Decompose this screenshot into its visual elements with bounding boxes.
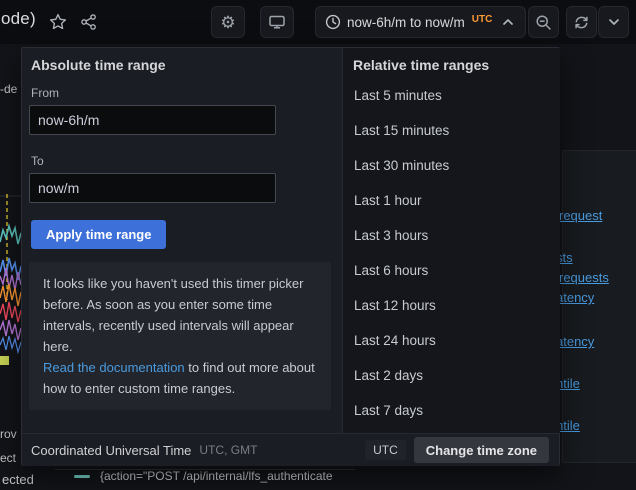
relative-option-last-5-minutes[interactable]: Last 5 minutes <box>343 78 560 113</box>
relative-option-last-24-hours[interactable]: Last 24 hours <box>343 323 560 358</box>
from-input[interactable] <box>29 105 276 135</box>
background-row-label-partial: ected <box>2 472 34 487</box>
change-time-zone-button[interactable]: Change time zone <box>414 437 549 463</box>
tv-mode-button[interactable] <box>260 6 294 38</box>
background-row-label-partial: rov <box>0 427 17 441</box>
legend-series-label-partial: {action="POST /api/internal/lfs_authenti… <box>100 469 333 483</box>
refresh-interval-dropdown-button[interactable] <box>598 6 629 38</box>
refresh-button[interactable] <box>566 6 597 38</box>
relative-option-last-30-minutes[interactable]: Last 30 minutes <box>343 148 560 183</box>
relative-option-last-3-hours[interactable]: Last 3 hours <box>343 218 560 253</box>
background-link[interactable]: request <box>559 208 602 223</box>
time-picker-panel: Absolute time range From To Apply time r… <box>21 47 560 466</box>
background-link[interactable]: atency <box>556 290 594 305</box>
dashboard-settings-button[interactable]: ⚙ <box>211 6 245 38</box>
read-documentation-link[interactable]: Read the documentation <box>43 360 185 375</box>
relative-option-last-15-minutes[interactable]: Last 15 minutes <box>343 113 560 148</box>
background-link[interactable]: atency <box>556 334 594 349</box>
to-input[interactable] <box>29 173 276 203</box>
clock-icon <box>325 14 341 30</box>
time-range-label: now-6h/m to now/m <box>347 15 465 30</box>
timezone-badge: UTC <box>365 440 406 460</box>
gear-icon: ⚙ <box>220 14 235 31</box>
time-picker-info-box: It looks like you haven't used this time… <box>29 262 331 410</box>
legend-series-dash-icon <box>74 475 90 478</box>
apply-time-range-button[interactable]: Apply time range <box>31 220 166 249</box>
background-row-label-partial: ect <box>0 451 16 465</box>
timezone-name: Coordinated Universal Time <box>31 443 191 458</box>
time-range-picker-button[interactable]: now-6h/m to now/m UTC <box>315 6 526 38</box>
relative-option-last-6-hours[interactable]: Last 6 hours <box>343 253 560 288</box>
to-label: To <box>31 154 44 168</box>
share-icon[interactable] <box>80 13 98 31</box>
tv-icon <box>268 13 286 31</box>
relative-time-ranges-heading: Relative time ranges <box>353 57 489 73</box>
relative-time-range-list: Last 5 minutes Last 15 minutes Last 30 m… <box>343 78 560 428</box>
background-panel <box>562 150 636 463</box>
time-zone-footer: Coordinated Universal Time UTC, GMT UTC … <box>22 433 559 466</box>
time-zone-label: UTC <box>472 14 493 25</box>
refresh-icon <box>573 14 590 31</box>
zoom-out-icon <box>535 14 552 31</box>
info-text: It looks like you haven't used this time… <box>43 276 303 354</box>
timezone-detail: UTC, GMT <box>199 443 365 457</box>
from-label: From <box>31 86 59 100</box>
zoom-out-button[interactable] <box>528 6 559 38</box>
screen: -de request sts requests atency atency n… <box>0 0 636 490</box>
relative-option-last-12-hours[interactable]: Last 12 hours <box>343 288 560 323</box>
background-chart-fragment <box>0 180 21 380</box>
absolute-time-range-heading: Absolute time range <box>31 57 166 73</box>
star-icon[interactable] <box>49 13 67 31</box>
chevron-down-icon <box>606 14 622 30</box>
background-tab-label-partial: -de <box>0 82 17 96</box>
relative-option-last-2-days[interactable]: Last 2 days <box>343 358 560 393</box>
background-link[interactable]: requests <box>559 270 609 285</box>
relative-option-last-1-hour[interactable]: Last 1 hour <box>343 183 560 218</box>
chevron-up-icon <box>500 14 516 30</box>
relative-option-last-7-days[interactable]: Last 7 days <box>343 393 560 428</box>
dashboard-toolbar: ode) ⚙ now-6h/m to now/m <box>0 0 636 44</box>
dashboard-title-partial: ode) <box>1 9 36 29</box>
